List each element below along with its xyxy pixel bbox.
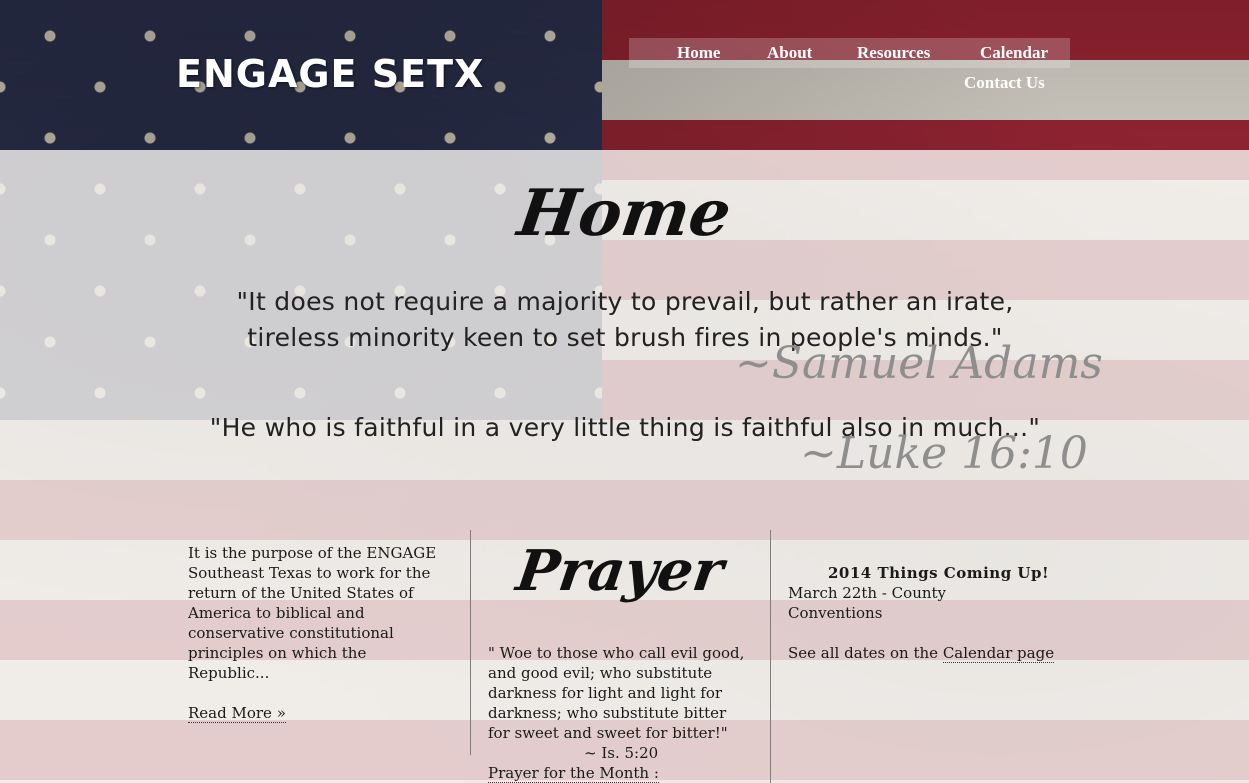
prayer-line: for sweet and sweet for bitter!" — [488, 724, 728, 742]
nav-row-primary: Home About Resources Calendar — [629, 38, 1070, 68]
site-logo[interactable]: ENGAGE SETX — [176, 52, 484, 96]
prayer-title: Prayer — [512, 538, 728, 604]
prayer-line: and good evil; who substitute — [488, 664, 713, 682]
nav-row-secondary: Contact Us — [629, 68, 1070, 98]
nav-item-calendar[interactable]: Calendar — [980, 43, 1048, 63]
main-nav: Home About Resources Calendar Contact Us — [629, 38, 1070, 98]
purpose-line: Southeast Texas to work for the — [188, 564, 431, 582]
nav-item-about[interactable]: About — [767, 43, 812, 63]
calendar-page-link[interactable]: Calendar page — [942, 644, 1055, 663]
quote-adams-line-1: "It does not require a majority to preva… — [236, 287, 1014, 316]
prayer-reference: ~ Is. 5:20 — [584, 744, 659, 762]
purpose-line: Republic... — [188, 664, 270, 682]
purpose-line: return of the United States of — [188, 584, 414, 602]
see-all-dates: See all dates on the Calendar page — [788, 643, 1078, 663]
purpose-line: America to biblical and — [188, 604, 365, 622]
nav-item-home[interactable]: Home — [677, 43, 720, 63]
nav-item-contact-us[interactable]: Contact Us — [964, 73, 1045, 93]
prayer-line: " Woe to those who call evil good, — [488, 644, 745, 662]
quote-luke-attribution: ~Luke 16:10 — [800, 428, 1088, 479]
prayer-line: darkness for light and light for — [488, 684, 723, 702]
read-more-link[interactable]: Read More » — [188, 704, 286, 723]
events-section: 2014 Things Coming Up! March 22th - Coun… — [788, 563, 1078, 663]
purpose-section: It is the purpose of the ENGAGE Southeas… — [188, 543, 458, 723]
see-all-prefix: See all dates on the — [788, 644, 943, 662]
page-title: Home — [513, 176, 736, 251]
purpose-line: conservative constitutional — [188, 624, 394, 642]
quote-adams-attribution: ~Samuel Adams — [735, 338, 1103, 389]
events-heading: 2014 Things Coming Up! — [828, 564, 1050, 582]
event-item-line-1: March 22th - County — [788, 584, 947, 602]
nav-item-resources[interactable]: Resources — [857, 43, 930, 63]
purpose-line: principles on which the — [188, 644, 367, 662]
purpose-line: It is the purpose of the ENGAGE — [188, 544, 437, 562]
prayer-line: darkness; who substitute bitter — [488, 704, 727, 722]
prayer-section: " Woe to those who call evil good, and g… — [488, 643, 763, 783]
event-item-line-2: Conventions — [788, 604, 883, 622]
prayer-month-link[interactable]: Prayer for the Month : — [488, 764, 659, 783]
